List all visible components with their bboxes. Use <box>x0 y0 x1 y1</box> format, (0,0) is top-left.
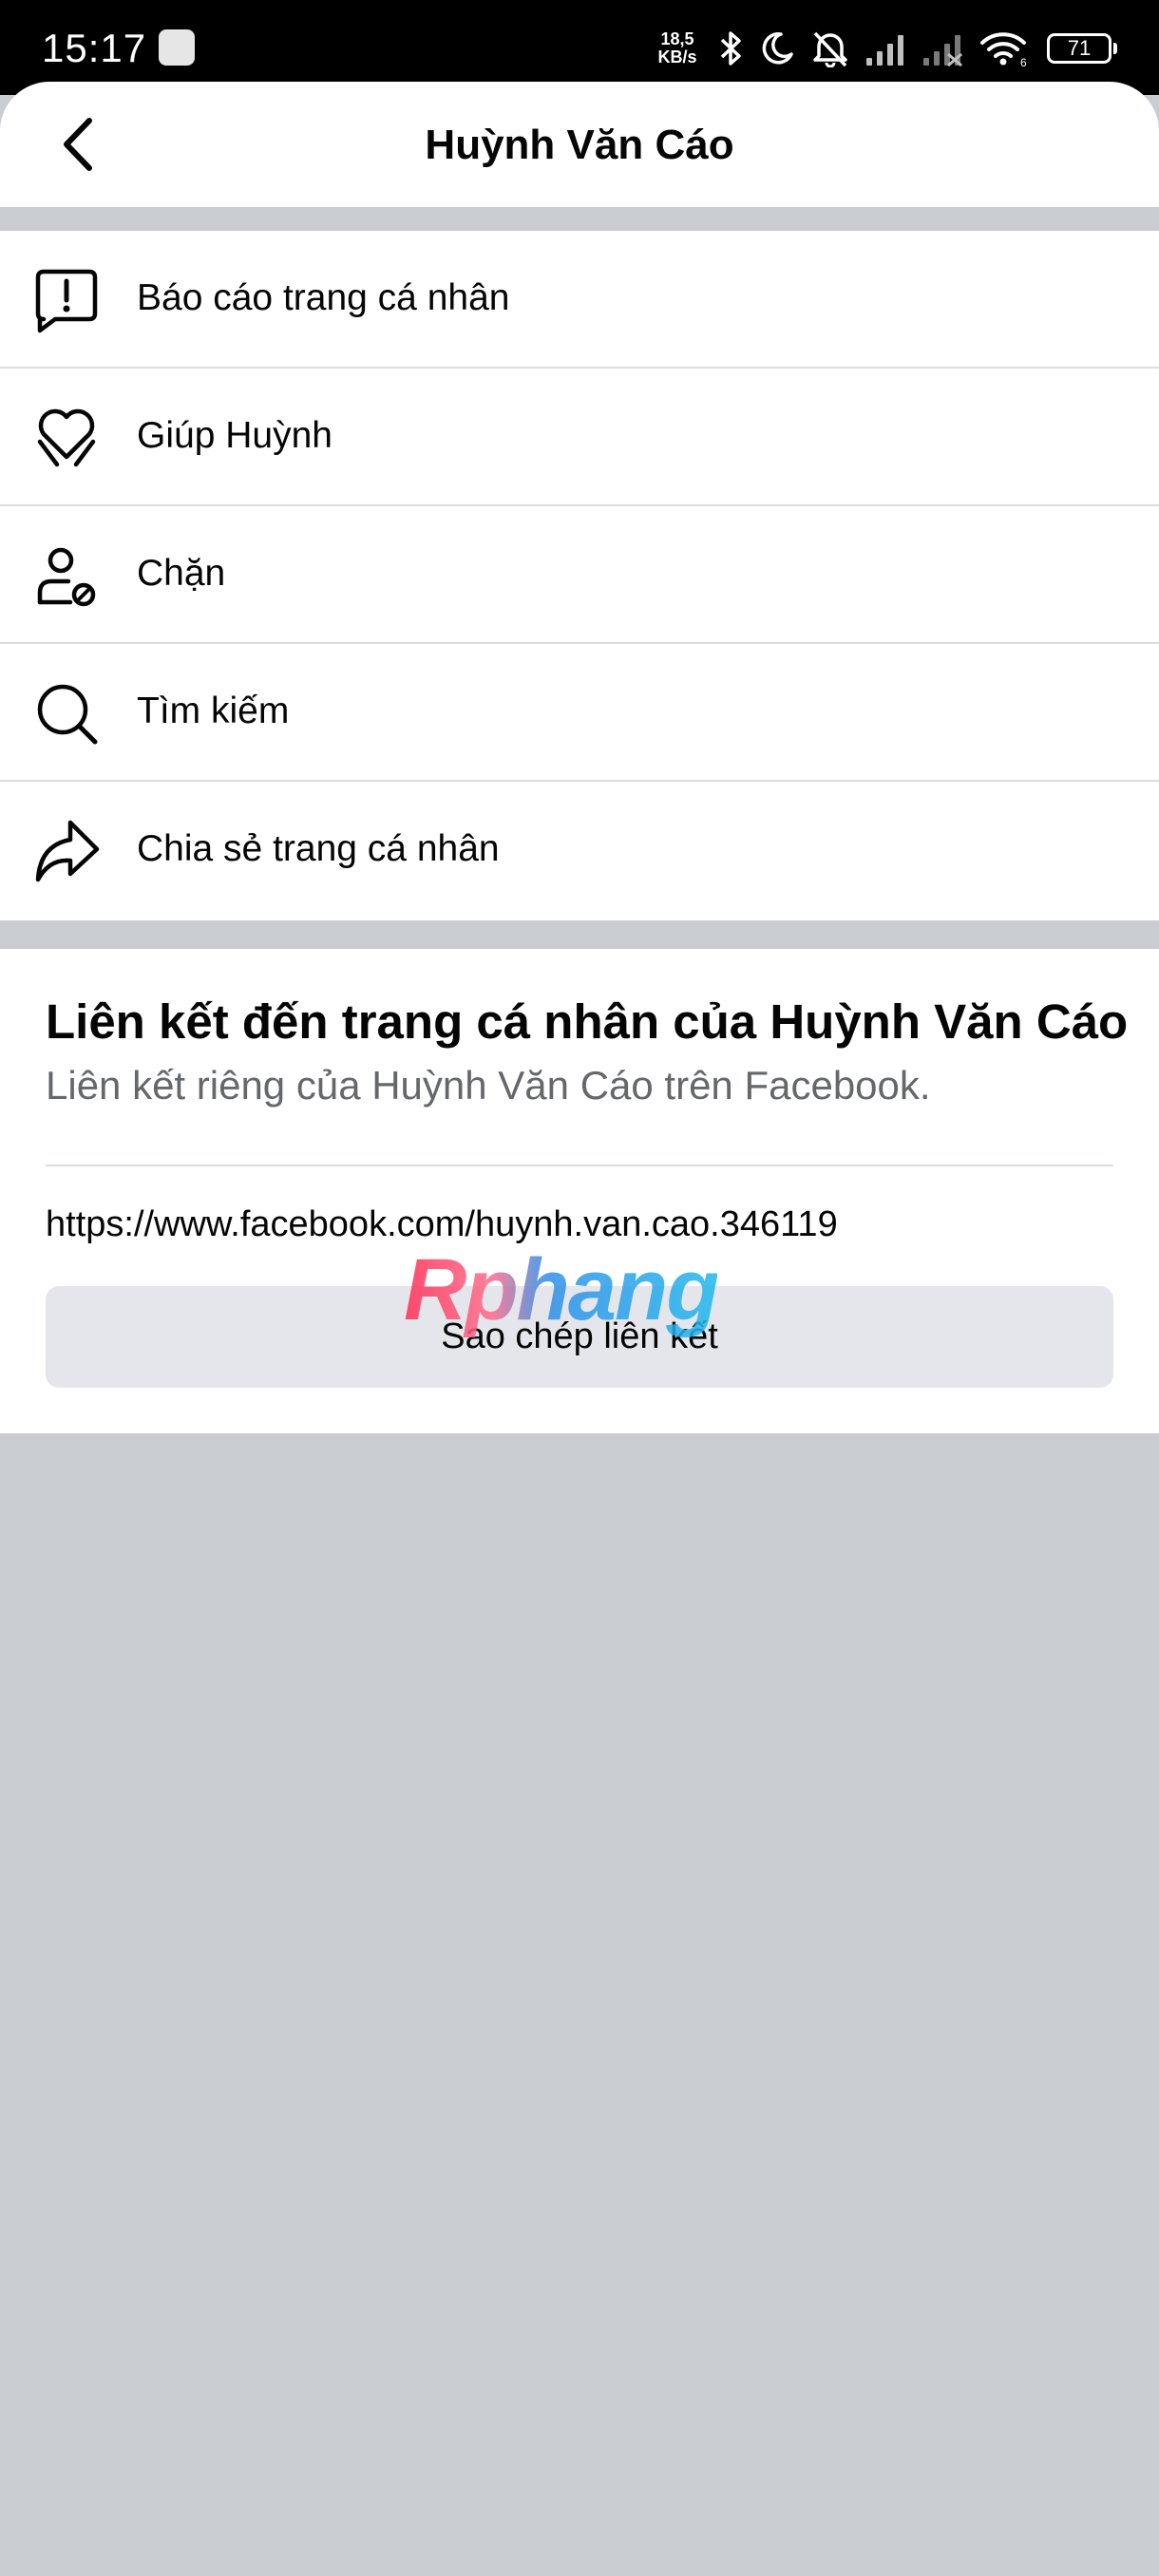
status-time: 15:17 <box>42 26 147 70</box>
share-icon <box>35 820 100 882</box>
battery-level: 71 <box>1067 36 1092 60</box>
menu-item-label: Chia sẻ trang cá nhân <box>137 828 500 869</box>
link-card-title: Liên kết đến trang cá nhân của Huỳnh Văn… <box>46 994 1129 1049</box>
profile-menu: Báo cáo trang cá nhân Giúp Huỳnh Chặn Tì… <box>0 231 1159 920</box>
signal-icon <box>866 35 903 66</box>
header-sheet: Huỳnh Văn Cáo <box>0 82 1159 207</box>
heart-hands-icon <box>37 408 96 467</box>
search-icon <box>37 684 98 745</box>
wifi-icon: 6 <box>980 32 1027 67</box>
status-bar: 15:17 18,5 KB/s 6 71 <box>0 0 1159 95</box>
profile-url: https://www.facebook.com/huynh.van.cao.3… <box>46 1204 838 1244</box>
menu-item-label: Tìm kiếm <box>137 691 290 731</box>
menu-item-search[interactable]: Tìm kiếm <box>0 644 1159 782</box>
menu-item-block[interactable]: Chặn <box>0 506 1159 644</box>
svg-text:6: 6 <box>1020 56 1027 67</box>
network-speed: 18,5 KB/s <box>654 30 701 66</box>
menu-item-share-profile[interactable]: Chia sẻ trang cá nhân <box>0 782 1159 920</box>
page-title: Huỳnh Văn Cáo <box>425 122 734 168</box>
status-icons: 18,5 KB/s 6 71 <box>654 25 1117 72</box>
copy-link-button[interactable]: Sao chép liên kết <box>46 1286 1113 1388</box>
link-card-subtitle: Liên kết riêng của Huỳnh Văn Cáo trên Fa… <box>46 1063 931 1108</box>
network-speed-unit: KB/s <box>657 47 697 66</box>
network-speed-value: 18,5 <box>660 29 694 48</box>
app-notification-icon <box>159 29 195 66</box>
menu-item-report-profile[interactable]: Báo cáo trang cá nhân <box>0 231 1159 369</box>
menu-item-help[interactable]: Giúp Huỳnh <box>0 369 1159 506</box>
menu-item-label: Báo cáo trang cá nhân <box>137 277 510 318</box>
signal-off-icon <box>923 35 962 67</box>
block-user-icon <box>37 547 96 607</box>
bell-off-icon <box>813 31 847 67</box>
profile-link-card: Liên kết đến trang cá nhân của Huỳnh Văn… <box>0 949 1159 1433</box>
divider <box>46 1165 1113 1166</box>
moon-icon <box>762 32 793 65</box>
report-icon <box>35 269 98 333</box>
menu-item-label: Chặn <box>137 553 226 594</box>
bluetooth-icon <box>720 31 741 66</box>
battery-icon: 71 <box>1047 33 1117 64</box>
menu-item-label: Giúp Huỳnh <box>137 415 332 456</box>
